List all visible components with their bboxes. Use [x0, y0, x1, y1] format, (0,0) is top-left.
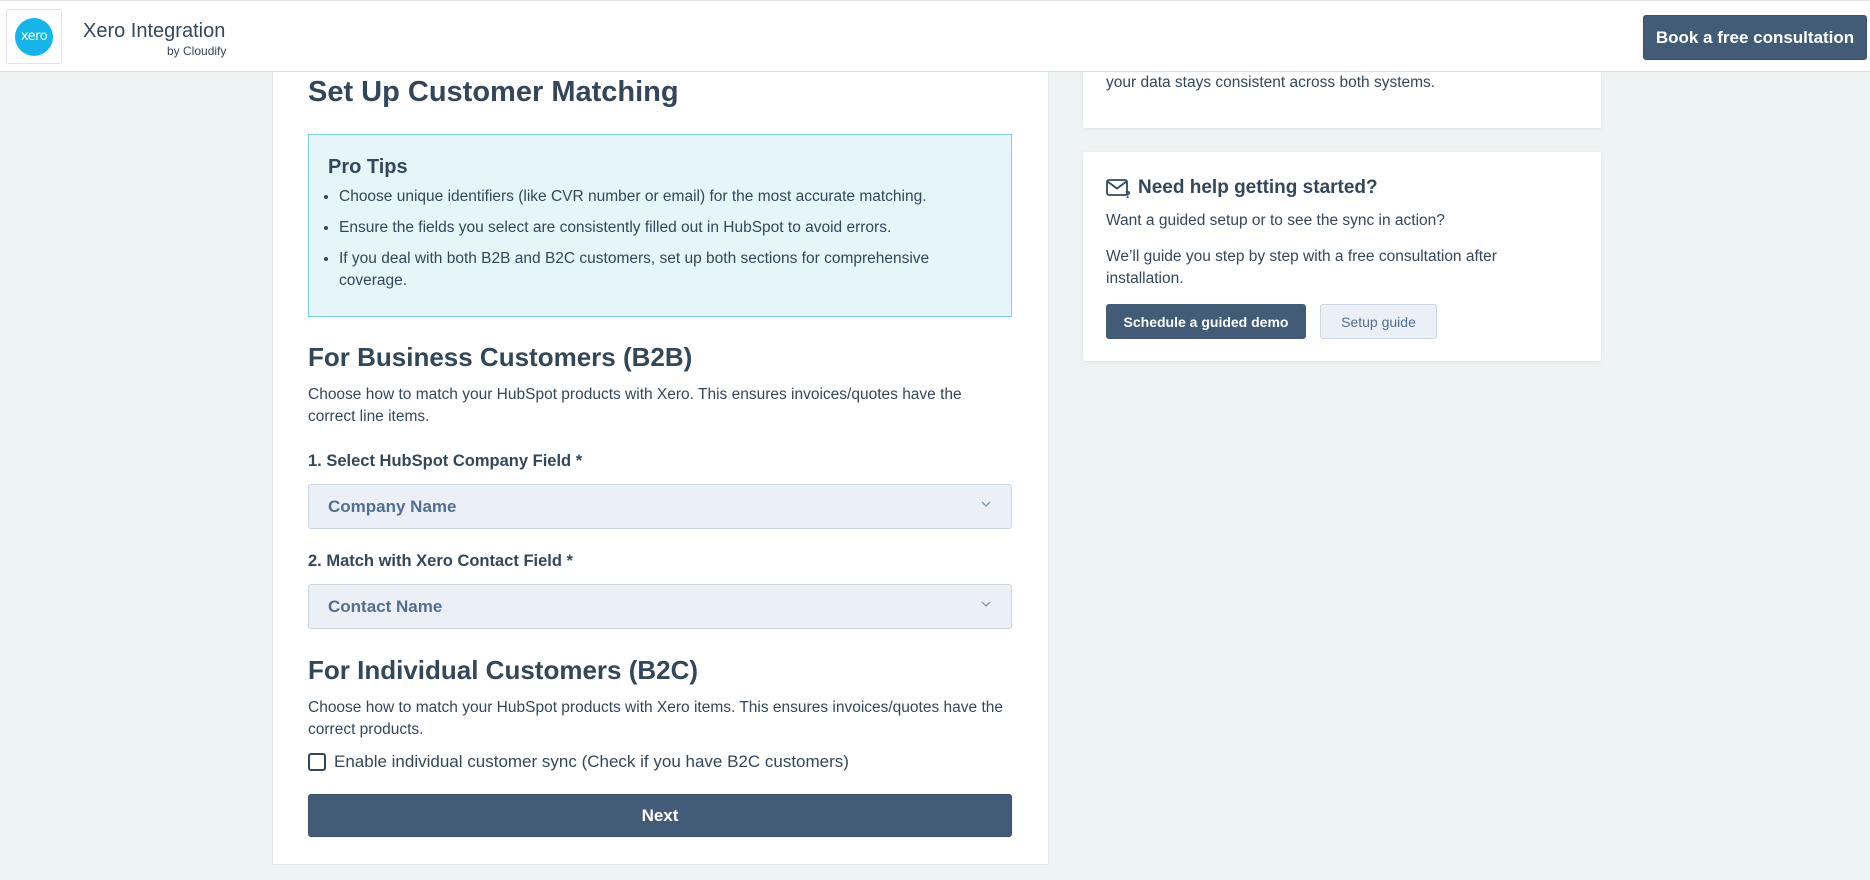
list-item: Ensure the fields you select are consist… — [339, 217, 999, 239]
info-card-text: your data stays consistent across both s… — [1106, 74, 1436, 91]
help-question: Want a guided setup or to see the sync i… — [1106, 212, 1445, 229]
b2c-heading: For Individual Customers (B2C) — [308, 655, 699, 685]
help-paragraph: We’ll guide you step by step with a free… — [1106, 248, 1497, 287]
page-title: Set Up Customer Matching — [308, 76, 679, 108]
b2c-sync-label[interactable]: Enable individual customer sync (Check i… — [334, 752, 849, 772]
pro-tips-box: Pro Tips Choose unique identifiers (like… — [308, 134, 1012, 317]
list-item: If you deal with both B2B and B2C custom… — [339, 248, 999, 292]
b2c-sync-checkbox[interactable] — [308, 753, 326, 771]
list-item: Choose unique identifiers (like CVR numb… — [339, 186, 999, 208]
chevron-down-icon — [981, 501, 991, 507]
svg-text:?: ? — [1125, 190, 1131, 199]
top-bar: xero Xero Integration by Cloudify Book a… — [0, 0, 1870, 72]
setup-guide-button[interactable]: Setup guide — [1320, 304, 1437, 339]
chevron-down-icon — [981, 601, 991, 607]
company-field-select[interactable]: Company Name — [308, 484, 1012, 529]
company-field-label: 1. Select HubSpot Company Field * — [308, 452, 583, 470]
app-subtitle: by Cloudify — [167, 44, 227, 58]
xero-logo: xero — [6, 9, 62, 64]
mail-question-icon: ? — [1106, 179, 1131, 199]
b2c-description: Choose how to match your HubSpot product… — [308, 699, 1003, 738]
pro-tips-title: Pro Tips — [328, 156, 408, 178]
company-field-value: Company Name — [328, 497, 457, 516]
app-title: Xero Integration — [83, 20, 226, 42]
contact-field-value: Contact Name — [328, 597, 443, 616]
contact-field-select[interactable]: Contact Name — [308, 584, 1012, 629]
b2c-sync-option[interactable]: Enable individual customer sync (Check i… — [308, 752, 849, 772]
b2b-description: Choose how to match your HubSpot product… — [308, 386, 962, 425]
b2b-heading: For Business Customers (B2B) — [308, 342, 693, 372]
contact-field-label: 2. Match with Xero Contact Field * — [308, 552, 573, 570]
book-consultation-button[interactable]: Book a free consultation — [1643, 15, 1867, 60]
schedule-demo-button[interactable]: Schedule a guided demo — [1106, 304, 1306, 339]
help-card: ? Need help getting started? Want a guid… — [1083, 152, 1601, 361]
help-title-row: ? Need help getting started? — [1106, 177, 1378, 199]
help-title: Need help getting started? — [1138, 177, 1378, 198]
next-button[interactable]: Next — [308, 794, 1012, 837]
pro-tips-list: Choose unique identifiers (like CVR numb… — [339, 186, 999, 301]
xero-logo-icon: xero — [15, 17, 53, 56]
